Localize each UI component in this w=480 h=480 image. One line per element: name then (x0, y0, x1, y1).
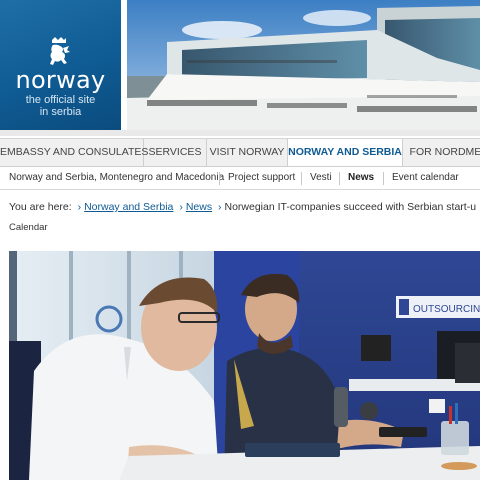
article-photo: OUTSOURCING (9, 251, 480, 480)
subnav-vesti[interactable]: Vesti (310, 167, 332, 189)
tab-norway-and-serbia[interactable]: NORWAY AND SERBIA (288, 139, 403, 166)
logo-subtitle-line1: the official site (25, 94, 96, 106)
header-divider (0, 130, 480, 136)
breadcrumb-current: Norwegian IT-companies succeed with Serb… (224, 201, 477, 213)
opera-house-photo (127, 0, 480, 130)
site-header: norway the official site in serbia (0, 0, 480, 136)
breadcrumb-link-norway-and-serbia[interactable]: Norway and Serbia (84, 201, 173, 213)
calendar-link[interactable]: Calendar (9, 222, 48, 233)
breadcrumb-link-news[interactable]: News (186, 201, 212, 213)
lion-crest-icon (50, 37, 70, 65)
tab-services[interactable]: SERVICES (144, 139, 207, 166)
breadcrumb-prefix: You are here: (9, 201, 72, 213)
wall-sign-text: OUTSOURCING (413, 304, 480, 315)
sub-navigation: Norway and Serbia, Montenegro and Macedo… (0, 167, 480, 190)
subnav-separator (339, 172, 340, 185)
logo-subtitle-line2: in serbia (39, 106, 82, 118)
header-hero-image (127, 0, 480, 130)
chevron-right-icon: › (218, 201, 222, 213)
tab-embassy-and-consulates[interactable]: EMBASSY AND CONSULATES (0, 139, 148, 166)
chevron-right-icon: › (179, 201, 183, 213)
tab-for-nordmenn[interactable]: FOR NORDMENN (403, 139, 480, 166)
subnav-news[interactable]: News (348, 167, 374, 189)
office-scene-photo: OUTSOURCING (9, 251, 480, 480)
chevron-right-icon: › (77, 201, 82, 213)
subnav-separator (219, 172, 220, 185)
breadcrumb: You are here: › Norway and Serbia › News ›… (9, 199, 476, 215)
subnav-norway-serbia-montenegro-macedonia[interactable]: Norway and Serbia, Montenegro and Macedo… (9, 167, 224, 189)
subnav-event-calendar[interactable]: Event calendar (392, 167, 459, 189)
logo-subtitle: the official site in serbia (0, 94, 121, 118)
main-navigation: EMBASSY AND CONSULATES SERVICES VISIT NO… (0, 138, 480, 167)
tab-visit-norway[interactable]: VISIT NORWAY (207, 139, 288, 166)
site-logo[interactable]: norway the official site in serbia (0, 0, 121, 130)
logo-wordmark: norway (15, 66, 106, 94)
subnav-separator (383, 172, 384, 185)
subnav-separator (301, 172, 302, 185)
subnav-project-support[interactable]: Project support (228, 167, 295, 189)
